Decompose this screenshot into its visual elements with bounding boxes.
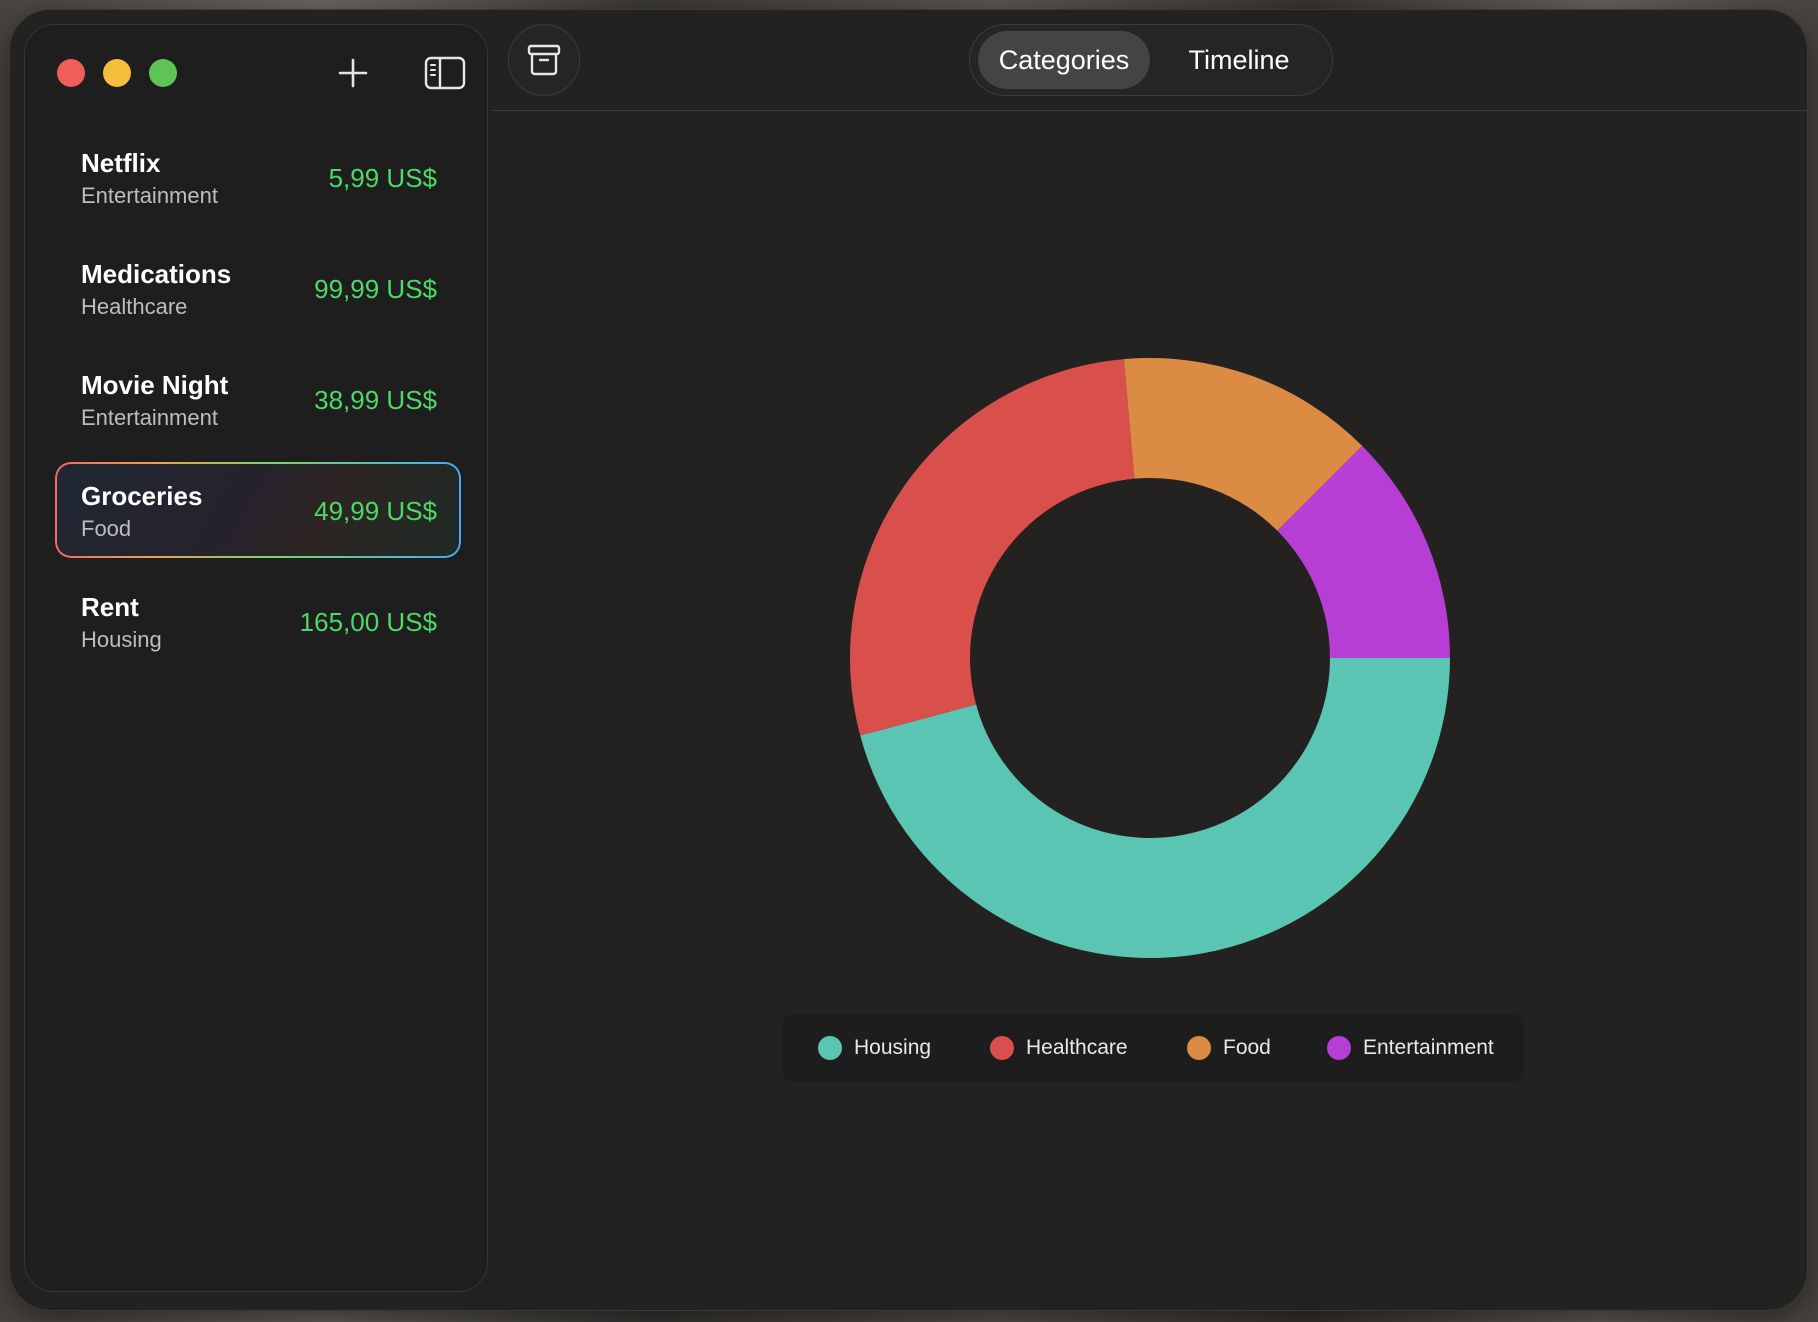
legend-swatch [990, 1036, 1014, 1060]
legend-swatch [1327, 1036, 1351, 1060]
legend-swatch [818, 1036, 842, 1060]
legend-label: Entertainment [1363, 1036, 1494, 1059]
chart-legend: Housing Healthcare Food Entertainment [782, 1014, 1524, 1082]
legend-item-housing: Housing [818, 1014, 931, 1082]
legend-label: Housing [854, 1036, 932, 1059]
legend-label: Healthcare [1026, 1036, 1128, 1059]
donut-slice-healthcare [850, 359, 1135, 736]
legend-item-healthcare: Healthcare [990, 1014, 1128, 1082]
legend-item-food: Food [1187, 1014, 1271, 1082]
legend-swatch [1187, 1036, 1211, 1060]
category-donut-chart [850, 357, 1450, 959]
legend-label: Food [1223, 1036, 1271, 1059]
app-window: Netflix Entertainment 5,99 US$ Medicatio… [10, 10, 1807, 1310]
legend-item-entertainment: Entertainment [1327, 1014, 1494, 1082]
